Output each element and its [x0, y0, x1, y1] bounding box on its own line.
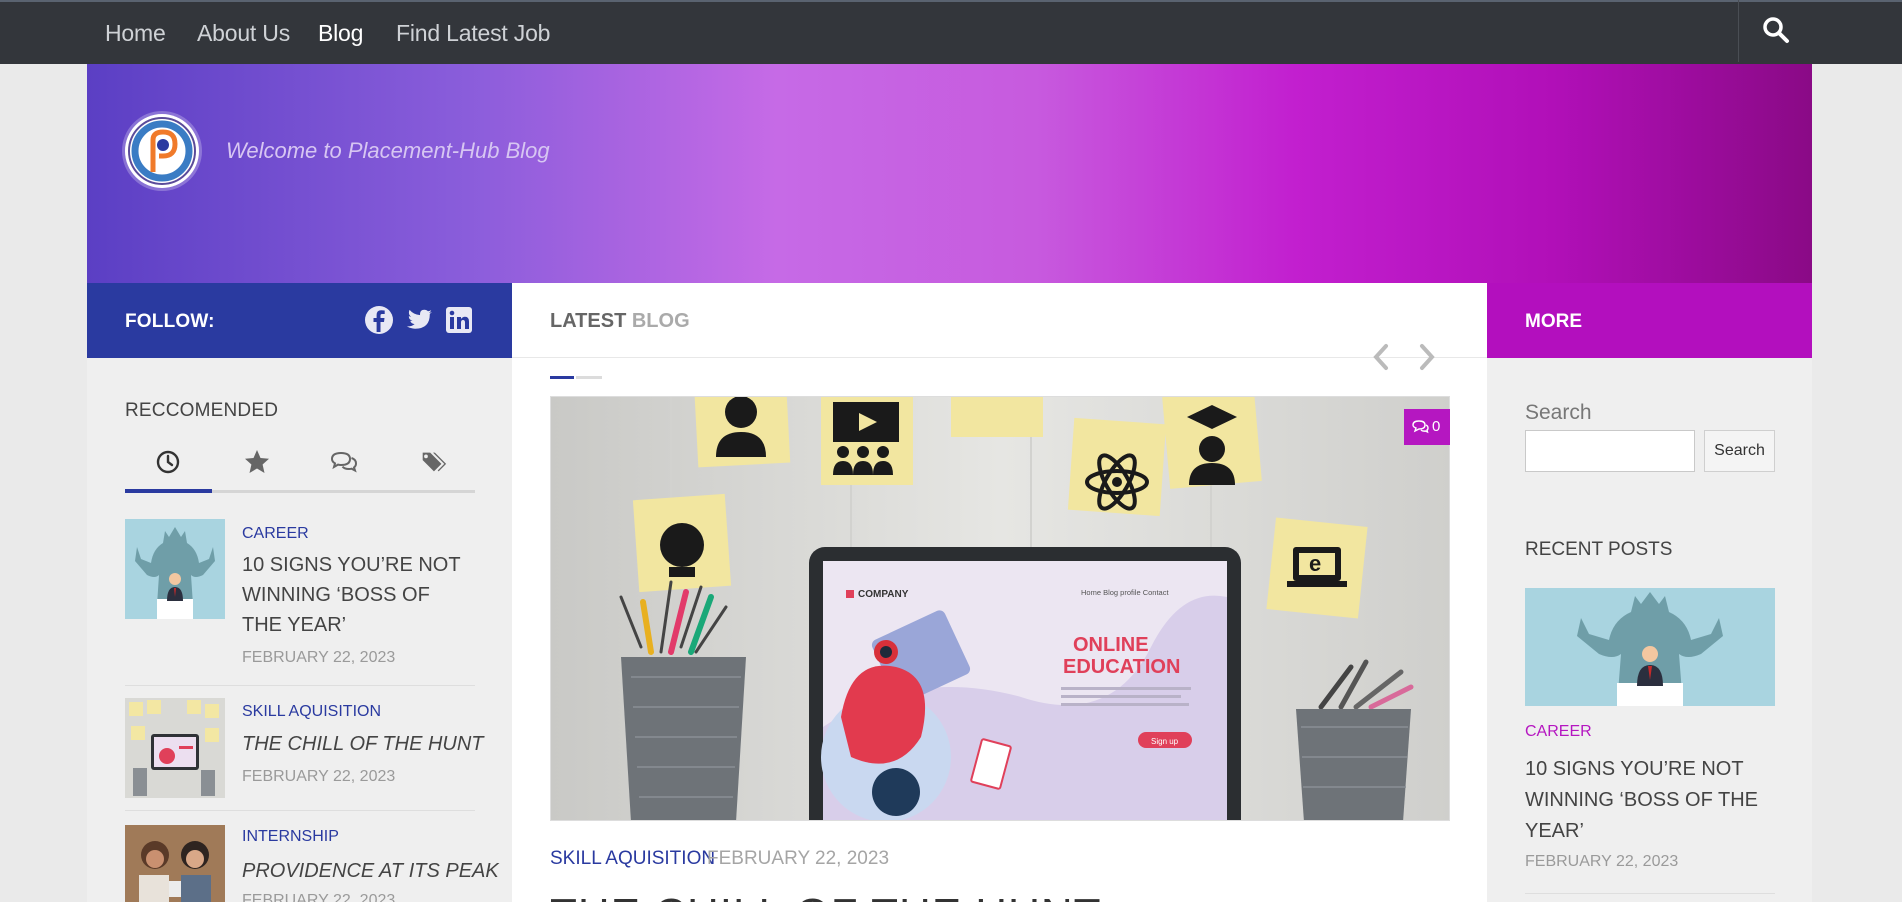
svg-text:COMPANY: COMPANY — [858, 589, 909, 600]
more-label: MORE — [1525, 311, 1582, 332]
featured-post-date: FEBRUARY 22, 2023 — [707, 848, 890, 869]
recent-post-category[interactable]: CAREER — [1525, 723, 1592, 741]
svg-text:EDUCATION: EDUCATION — [1063, 656, 1180, 678]
post-title[interactable]: THE CHILL OF THE HUNT — [242, 729, 484, 759]
nav-about-us[interactable]: About Us — [197, 20, 290, 47]
recent-post-date: FEBRUARY 22, 2023 — [1525, 853, 1679, 870]
svg-text:Home Blog profile Contact: Home Blog profile Contact — [1081, 588, 1169, 597]
twitter-icon[interactable] — [404, 305, 434, 335]
featured-post-category[interactable]: SKILL AQUISITION — [550, 848, 715, 870]
comments-icon — [1412, 420, 1429, 434]
top-navigation-bar: Home About Us Blog Find Latest Job — [0, 0, 1902, 64]
search-input[interactable] — [1525, 430, 1695, 472]
nav-home[interactable]: Home — [105, 20, 166, 47]
post-divider — [125, 685, 475, 686]
site-tagline: Welcome to Placement-Hub Blog — [226, 138, 550, 163]
comment-count-badge[interactable] — [1404, 409, 1450, 445]
comments-icon[interactable] — [329, 447, 359, 477]
recent-post-title[interactable]: 10 SIGNS YOU’RE NOT WINNING ‘BOSS OF THE… — [1525, 754, 1785, 847]
post-divider — [125, 810, 475, 811]
post-title[interactable]: 10 SIGNS YOU’RE NOT WINNING ‘BOSS OF THE… — [242, 550, 472, 640]
recommended-widget-title: RECCOMENDED — [125, 400, 279, 421]
svg-text:Sign up: Sign up — [1151, 737, 1179, 746]
slide-indicator-active[interactable] — [550, 376, 574, 379]
heading-rule — [512, 357, 1487, 358]
chevron-right-icon[interactable] — [1416, 340, 1438, 374]
site-header-banner — [87, 64, 1812, 283]
post-date: FEBRUARY 22, 2023 — [242, 768, 396, 785]
post-thumbnail-group[interactable] — [125, 825, 225, 902]
follow-label: FOLLOW: — [125, 311, 215, 332]
post-thumbnail-education[interactable] — [125, 698, 225, 798]
featured-post-title[interactable]: THE CHILL OF THE HUNT — [550, 890, 1102, 902]
slide-indicator[interactable] — [576, 376, 602, 379]
search-button[interactable]: Search — [1704, 430, 1775, 472]
post-date: FEBRUARY 22, 2023 — [242, 892, 396, 902]
svg-text:ONLINE: ONLINE — [1073, 634, 1149, 656]
post-category[interactable]: INTERNSHIP — [242, 828, 339, 846]
recent-post-thumbnail[interactable] — [1525, 588, 1775, 706]
facebook-icon[interactable] — [364, 305, 394, 335]
nav-find-latest-job[interactable]: Find Latest Job — [396, 20, 550, 47]
svg-text:e: e — [1309, 551, 1321, 576]
clock-icon[interactable] — [153, 447, 183, 477]
chevron-left-icon[interactable] — [1370, 340, 1392, 374]
featured-post-image[interactable]: e COMPANY Home Blog profile Contact ONLI… — [550, 396, 1450, 821]
site-logo[interactable] — [125, 114, 199, 188]
recent-posts-title: RECENT POSTS — [1525, 539, 1673, 560]
active-tab-indicator — [125, 489, 212, 493]
heading-word-latest: LATEST — [550, 310, 627, 332]
post-thumbnail-boss[interactable] — [125, 519, 225, 619]
post-category[interactable]: CAREER — [242, 525, 309, 543]
heading-word-blog: BLOG — [631, 310, 690, 332]
nav-divider — [1738, 0, 1739, 62]
search-icon[interactable] — [1762, 16, 1790, 44]
search-label: Search — [1525, 401, 1592, 424]
recent-post-divider — [1525, 893, 1775, 894]
tags-icon[interactable] — [418, 447, 448, 477]
star-icon[interactable] — [242, 447, 272, 477]
post-category[interactable]: SKILL AQUISITION — [242, 703, 381, 721]
comment-count: 0 — [1432, 418, 1441, 435]
post-date: FEBRUARY 22, 2023 — [242, 649, 396, 666]
post-title[interactable]: PROVIDENCE AT ITS PEAK — [242, 856, 499, 886]
nav-blog[interactable]: Blog — [318, 20, 363, 47]
latest-blog-heading: LATEST BLOG — [550, 310, 690, 333]
linkedin-icon[interactable] — [444, 305, 474, 335]
